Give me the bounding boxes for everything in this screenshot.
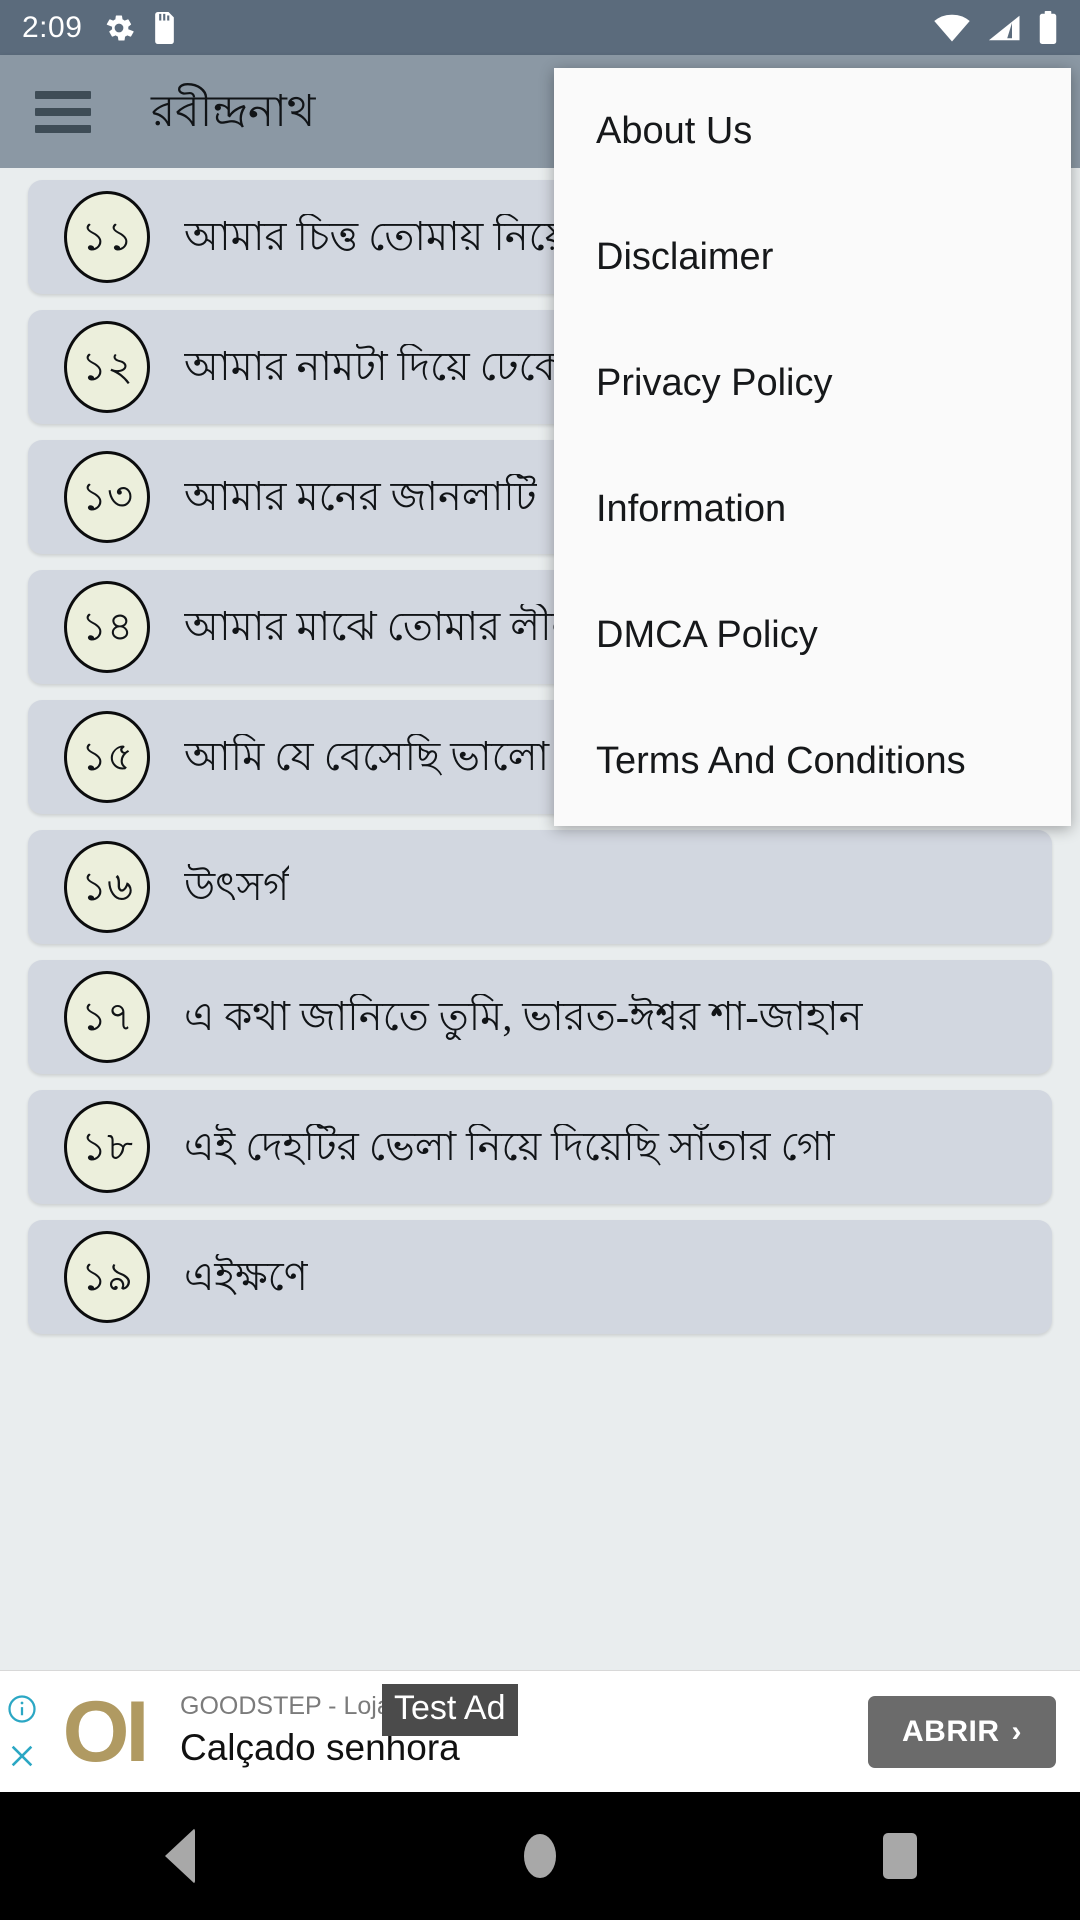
- home-circle-icon: [524, 1834, 556, 1878]
- menu-item-disclaimer[interactable]: Disclaimer: [554, 194, 1071, 320]
- ad-banner[interactable]: OI GOODSTEP - Loja Onli Calçado senhora …: [0, 1670, 1080, 1792]
- list-item-title: আমার নামটা দিয়ে ঢেকে: [184, 344, 563, 389]
- list-item[interactable]: ১৮ এই দেহটির ভেলা নিয়ে দিয়েছি সাঁতার গ…: [28, 1090, 1052, 1204]
- nav-back-button[interactable]: [120, 1792, 240, 1920]
- ad-close-icon[interactable]: [8, 1742, 36, 1770]
- list-item-number: ১৭: [64, 971, 150, 1063]
- status-bar: 2:09: [0, 0, 1080, 55]
- menu-item-information[interactable]: Information: [554, 446, 1071, 572]
- nav-home-button[interactable]: [480, 1792, 600, 1920]
- recents-square-icon: [883, 1833, 917, 1879]
- list-item-number: ১৮: [64, 1101, 150, 1193]
- list-item-number: ১৯: [64, 1231, 150, 1323]
- list-item-number: ১৪: [64, 581, 150, 673]
- overflow-menu[interactable]: About Us Disclaimer Privacy Policy Infor…: [554, 68, 1071, 826]
- ad-cta-button[interactable]: ABRIR ›: [868, 1695, 1056, 1768]
- list-item-title: আমার মনের জানলাটি: [184, 474, 537, 519]
- chevron-right-icon: ›: [1011, 1714, 1022, 1748]
- list-item-number: ১১: [64, 191, 150, 283]
- sd-card-icon: [152, 11, 177, 44]
- list-item[interactable]: ১৯ এইক্ষণে: [28, 1220, 1052, 1334]
- nav-recents-button[interactable]: [840, 1792, 960, 1920]
- hamburger-line: [35, 90, 91, 99]
- list-item-number: ১৩: [64, 451, 150, 543]
- list-item-title: এই দেহটির ভেলা নিয়ে দিয়েছি সাঁতার গো: [184, 1124, 835, 1169]
- ad-logo: OI: [62, 1683, 150, 1780]
- list-item[interactable]: ১৭ এ কথা জানিতে তুমি, ভারত-ঈশ্বর শা-জাহা…: [28, 960, 1052, 1074]
- status-bar-left-icons: [104, 11, 177, 44]
- android-navigation-bar: [0, 1792, 1080, 1920]
- menu-item-privacy-policy[interactable]: Privacy Policy: [554, 320, 1071, 446]
- ad-info-icon[interactable]: [7, 1694, 37, 1724]
- ad-corner-controls: [0, 1671, 44, 1793]
- list-item-number: ১২: [64, 321, 150, 413]
- hamburger-menu-icon[interactable]: [35, 90, 91, 133]
- list-item-title: এ কথা জানিতে তুমি, ভারত-ঈশ্বর শা-জাহান: [184, 994, 863, 1039]
- list-item-title: আমার চিত্ত তোমায় নিয়ে: [184, 214, 569, 259]
- list-item[interactable]: ১৬ উৎসর্গ: [28, 830, 1052, 944]
- menu-item-dmca-policy[interactable]: DMCA Policy: [554, 572, 1071, 698]
- hamburger-line: [35, 124, 91, 133]
- ad-cta-label: ABRIR: [902, 1714, 1000, 1748]
- wifi-icon: [933, 13, 971, 43]
- hamburger-line: [35, 107, 91, 116]
- status-bar-clock: 2:09: [22, 10, 83, 44]
- cellular-signal-icon: [988, 13, 1021, 43]
- phone-screen: 2:09 রবীন্দ্রনাথ ১১ আমার চিত্ত তোমায় নি…: [0, 0, 1080, 1920]
- menu-item-about-us[interactable]: About Us: [554, 68, 1071, 194]
- list-item-title: আমার মাঝে তোমার লীলা: [184, 604, 593, 649]
- page-title: রবীন্দ্রনাথ: [151, 86, 316, 136]
- list-item-title: এইক্ষণে: [184, 1254, 308, 1299]
- list-item-number: ১৫: [64, 711, 150, 803]
- gear-icon: [104, 13, 135, 43]
- ad-advertiser-name: GOODSTEP - Loja Onli: [180, 1692, 443, 1721]
- ad-headline: Calçado senhora: [180, 1727, 460, 1769]
- list-item-number: ১৬: [64, 841, 150, 933]
- list-item-title: উৎসর্গ: [184, 864, 290, 909]
- back-triangle-icon: [165, 1828, 195, 1884]
- battery-icon: [1038, 11, 1058, 44]
- ad-test-badge: Test Ad: [382, 1684, 518, 1737]
- status-bar-right-icons: [933, 11, 1058, 44]
- menu-item-terms-and-conditions[interactable]: Terms And Conditions: [554, 698, 1071, 824]
